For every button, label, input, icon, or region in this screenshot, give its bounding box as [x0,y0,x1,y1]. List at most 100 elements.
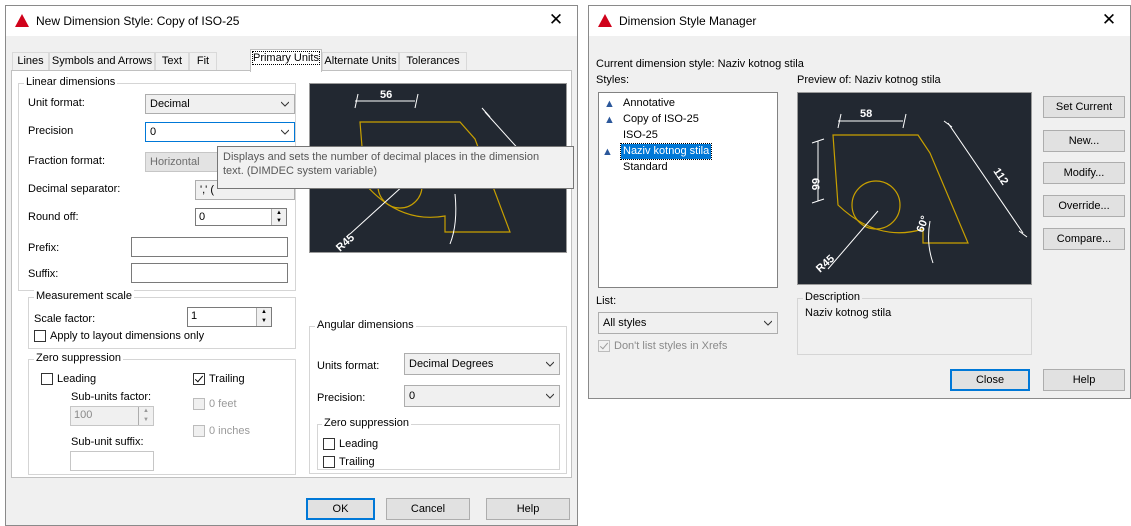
trailing-checkbox[interactable] [193,373,205,385]
prefix-label: Prefix: [28,242,60,254]
spin-up-icon[interactable]: ▲ [257,308,271,317]
dimension-style-manager-dialog: Dimension Style Manager ✕ Current dimens… [588,5,1131,399]
spin-up-icon[interactable]: ▲ [139,407,153,416]
scale-factor-input[interactable]: 1 ▲ ▼ [187,307,272,327]
list-label: List: [596,295,617,307]
list-item[interactable]: ISO-25 [621,128,660,143]
close-icon[interactable]: ✕ [545,10,567,30]
list-filter-select[interactable]: All styles [598,312,778,334]
angular-trailing-label: Trailing [339,456,375,468]
tab-fit[interactable]: Fit [189,52,217,71]
angular-leading-label: Leading [339,438,379,450]
chevron-down-icon [546,361,554,367]
spin-down-icon[interactable]: ▼ [139,416,153,425]
dont-list-xrefs-checkbox[interactable] [598,340,610,352]
help-button[interactable]: Help [1043,369,1125,391]
angular-dimensions-title: Angular dimensions [315,319,416,331]
angular-units-format-label: Units format: [317,360,380,372]
precision-tooltip: Displays and sets the number of decimal … [217,146,574,189]
trailing-label: Trailing [209,373,245,385]
preview-hole [851,180,901,230]
scale-factor-spinner[interactable]: ▲ ▼ [256,308,271,326]
sub-units-spinner[interactable]: ▲ ▼ [138,407,153,425]
suffix-input[interactable] [131,263,288,283]
tab-symbols-and-arrows[interactable]: Symbols and Arrows [49,52,155,71]
new-dimension-style-dialog: New Dimension Style: Copy of ISO-25 ✕ Li… [5,5,578,526]
zero-inches-checkbox[interactable] [193,425,205,437]
list-item[interactable]: Standard [621,160,670,175]
style-name: Copy of ISO-25 [623,113,699,125]
decimal-separator-label: Decimal separator: [28,183,121,195]
help-button[interactable]: Help [486,498,570,520]
chevron-down-icon [281,129,289,135]
preview-dim-diag: 112 [991,166,1011,187]
unit-format-value: Decimal [150,98,190,110]
spin-down-icon[interactable]: ▼ [272,217,286,225]
preview-drawing: 58 66 112 60° R45 [809,108,1028,275]
sub-unit-suffix-input[interactable] [70,451,154,471]
fraction-format-value: Horizontal [150,156,200,168]
spin-down-icon[interactable]: ▼ [257,317,271,326]
tab-lines[interactable]: Lines [12,52,49,71]
close-icon[interactable]: ✕ [1098,10,1120,30]
apply-layout-label: Apply to layout dimensions only [50,330,205,342]
override-button[interactable]: Override... [1043,195,1125,217]
scale-factor-label: Scale factor: [34,313,96,325]
unit-format-label: Unit format: [28,97,85,109]
compare-button[interactable]: Compare... [1043,228,1125,250]
list-item[interactable]: ▲ Naziv kotnog stila [602,143,713,160]
spin-up-icon[interactable]: ▲ [272,209,286,217]
list-filter-value: All styles [603,317,647,329]
ok-button[interactable]: OK [306,498,375,520]
styles-label: Styles: [596,74,630,86]
style-name: Standard [623,161,668,173]
list-item[interactable]: ▲ Copy of ISO-25 [604,112,701,127]
unit-format-select[interactable]: Decimal [145,94,295,114]
tab-tolerances[interactable]: Tolerances [399,52,467,71]
sub-units-factor-label: Sub-units factor: [71,391,152,403]
scale-factor-value: 1 [191,310,198,322]
close-button[interactable]: Close [950,369,1030,391]
linear-dimensions-title: Linear dimensions [24,76,118,88]
angular-precision-select[interactable]: 0 [404,385,560,407]
description-title: Description [803,291,863,303]
angular-precision-label: Precision: [317,392,366,404]
chevron-down-icon [546,393,554,399]
cancel-button[interactable]: Cancel [386,498,470,520]
zero-feet-checkbox[interactable] [193,398,205,410]
angular-units-format-select[interactable]: Decimal Degrees [404,353,560,375]
list-item[interactable]: ▲ Annotative [604,96,677,111]
set-current-button[interactable]: Set Current [1043,96,1125,118]
styles-list[interactable]: ▲ Annotative ▲ Copy of ISO-25 ISO-25 ▲ Nazi… [598,92,778,288]
round-off-spinner[interactable]: ▲ ▼ [271,209,286,225]
apply-layout-checkbox[interactable] [34,330,46,342]
preview-dim-top: 58 [860,108,872,120]
tab-text[interactable]: Text [155,52,189,71]
autocad-logo-icon [15,14,29,27]
prefix-input[interactable] [131,237,288,257]
dialog-titlebar: New Dimension Style: Copy of ISO-25 ✕ [6,6,577,36]
angular-trailing-checkbox[interactable] [323,456,335,468]
modify-button[interactable]: Modify... [1043,162,1125,184]
leading-checkbox[interactable] [41,373,53,385]
angular-zero-suppression-title: Zero suppression [322,417,411,429]
tooltip-line-2: text. (DIMDEC system variable) [223,165,378,177]
precision-value: 0 [150,126,157,138]
style-name: Annotative [623,97,675,109]
round-off-input[interactable]: 0 ▲ ▼ [195,208,287,226]
preview-of-label: Preview of: Naziv kotnog stila [797,74,941,86]
new-button[interactable]: New... [1043,130,1125,152]
angular-units-format-value: Decimal Degrees [409,358,494,370]
precision-label: Precision [28,125,74,137]
zero-feet-label: 0 feet [209,398,237,410]
chevron-down-icon [764,320,772,326]
fraction-format-label: Fraction format: [28,155,106,167]
tab-alternate-units[interactable]: Alternate Units [322,52,399,71]
precision-select[interactable]: 0 [145,122,295,142]
preview-dim-radius: R45 [334,232,357,253]
round-off-value: 0 [199,211,206,223]
tab-primary-units[interactable]: Primary Units [250,49,322,72]
preview-dim-radius: R45 [814,253,837,275]
angular-leading-checkbox[interactable] [323,438,335,450]
sub-units-factor-input[interactable]: 100 ▲ ▼ [70,406,154,426]
